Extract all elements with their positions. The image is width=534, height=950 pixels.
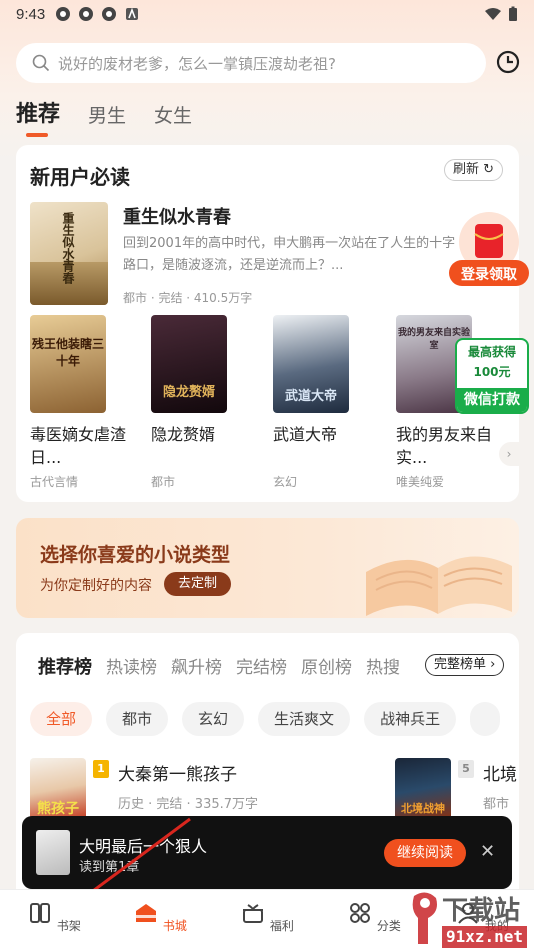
chip-war-god[interactable]: 战神兵王 [364, 702, 457, 736]
customize-button[interactable]: 去定制 [164, 572, 232, 596]
chevron-right-icon: › [490, 657, 496, 672]
bookshelf-icon [30, 903, 51, 923]
featured-book-title[interactable]: 重生似水青春 [123, 203, 231, 229]
wifi-icon [485, 8, 501, 20]
book-cover: 隐龙赘婿 [151, 315, 227, 413]
tab-recommend-rank[interactable]: 推荐榜 [38, 653, 92, 679]
book-cover: 熊孩子 [30, 758, 86, 820]
open-book-icon [366, 556, 512, 616]
history-clock-icon[interactable] [494, 48, 522, 76]
nav-welfare[interactable]: 福利 [237, 900, 297, 934]
notification-icon [102, 7, 117, 21]
wechat-reward-top: 最高获得 [467, 345, 516, 359]
nav-bookshelf[interactable]: 书架 [24, 900, 84, 934]
banner-subtitle: 为你定制好的内容 [40, 578, 152, 594]
search-placeholder: 说好的废材老爹，怎么一掌镇压渡劫老祖? [58, 54, 336, 73]
refresh-button[interactable]: 刷新 ↻ [443, 159, 503, 181]
book-card[interactable]: 残王他装瞎三十年 毒医嫡女虐渣日... 古代言情 [30, 315, 130, 490]
book-cover: 北境战神 [395, 758, 451, 820]
full-ranking-label: 完整榜单 [434, 657, 487, 672]
featured-book-meta: 都市 · 完结 · 410.5万字 [123, 291, 253, 305]
nav-category[interactable]: 分类 [344, 900, 404, 934]
bookstore-icon [136, 904, 157, 922]
nav-label: 分类 [376, 919, 401, 933]
chevron-right-icon[interactable]: › [499, 442, 519, 466]
cover-title: 残王他装瞎三十年 [31, 337, 104, 368]
notification-icon [79, 7, 94, 21]
book-title: 我的男友来自实... [396, 425, 493, 467]
tab-original[interactable]: 原创榜 [301, 653, 352, 679]
cover-title: 隐龙赘婿 [162, 385, 215, 400]
chip-all[interactable]: 全部 [30, 702, 93, 736]
login-reward-label: 登录领取 [461, 267, 517, 283]
book-title: 隐龙赘婿 [151, 425, 216, 444]
book-meta: 都市 [483, 797, 510, 812]
book-category: 唯美纯爱 [396, 475, 445, 489]
chip-life[interactable]: 生活爽文 [258, 702, 351, 736]
battery-icon [509, 6, 517, 21]
watermark-logo: 下载站 91xz.net [410, 888, 534, 950]
book-category: 玄幻 [273, 475, 298, 489]
book-meta: 历史 · 完结 · 335.7万字 [118, 797, 259, 812]
chip-urban[interactable]: 都市 [106, 702, 169, 736]
banner-title: 选择你喜爱的小说类型 [40, 544, 231, 566]
tab-male[interactable]: 男生 [88, 101, 126, 128]
section-title: 新用户必读 [30, 165, 130, 189]
chip-fantasy[interactable]: 玄幻 [182, 702, 245, 736]
nav-label: 书城 [162, 919, 187, 933]
book-cover: 残王他装瞎三十年 [30, 315, 106, 413]
full-ranking-button[interactable]: 完整榜单 › [425, 654, 505, 676]
search-input[interactable]: 说好的废材老爹，怎么一掌镇压渡劫老祖? [16, 43, 486, 83]
rank-badge: 5 [458, 760, 474, 778]
chip-more[interactable] [470, 702, 501, 736]
watermark-text: 下载站 [442, 896, 521, 926]
wechat-reward-float[interactable]: 最高获得 100元 微信打款 [455, 338, 529, 414]
close-icon[interactable]: ✕ [480, 841, 495, 862]
category-icon [350, 903, 371, 923]
book-title: 大秦第一熊孩子 [118, 765, 237, 785]
cover-title: 武道大帝 [284, 389, 337, 404]
app-notification-icon [126, 7, 139, 20]
rank-badge: 1 [93, 760, 109, 778]
wechat-reward-amount: 100元 [473, 365, 511, 379]
tab-hot-search[interactable]: 热搜 [366, 653, 400, 679]
login-reward-float[interactable]: 登录领取 [449, 212, 529, 290]
status-time: 9:43 [16, 5, 46, 23]
channel-tabs: 推荐 男生 女生 [16, 96, 192, 137]
book-category: 都市 [151, 475, 176, 489]
book-title: 毒医嫡女虐渣日... [30, 425, 127, 467]
nav-label: 福利 [269, 919, 294, 933]
tab-recommend[interactable]: 推荐 [16, 96, 60, 137]
book-category: 古代言情 [30, 475, 79, 489]
book-title: 北境 [483, 765, 517, 785]
tab-rising[interactable]: 飙升榜 [171, 653, 222, 679]
book-cover: 武道大帝 [273, 315, 349, 413]
refresh-icon: ↻ [483, 162, 494, 177]
cover-title: 北境战神 [401, 802, 445, 815]
continue-reading-button[interactable]: 继续阅读 [384, 839, 466, 867]
refresh-label: 刷新 [452, 162, 479, 177]
nav-bookstore[interactable]: 书城 [130, 900, 190, 934]
new-user-section: 新用户必读 刷新 ↻ 重生似水青春 重生似水青春 回到2001年的高中时代，申大… [16, 145, 519, 502]
status-bar: 9:43 [0, 0, 534, 28]
tab-finished[interactable]: 完结榜 [236, 653, 287, 679]
featured-book-description: 回到2001年的高中时代，申大鹏再一次站在了人生的十字路口，是随波逐流，还是逆流… [123, 236, 456, 273]
notification-icon [56, 7, 71, 21]
tab-female[interactable]: 女生 [154, 101, 192, 128]
book-title: 武道大帝 [273, 425, 338, 444]
ranking-tabs: 推荐榜 热读榜 飙升榜 完结榜 原创榜 热搜 [38, 653, 400, 679]
tab-hot-read[interactable]: 热读榜 [106, 653, 157, 679]
gift-icon [243, 904, 264, 923]
featured-book-cover[interactable]: 重生似水青春 [30, 202, 108, 305]
genre-chips: 全部 都市 玄幻 生活爽文 战神兵王 [30, 702, 501, 736]
watermark-url: 91xz.net [442, 926, 528, 948]
cover-title: 重生似水青春 [61, 212, 75, 284]
book-card[interactable]: 武道大帝 武道大帝 玄幻 [273, 315, 373, 490]
wechat-reward-label: 微信打款 [457, 388, 527, 412]
search-icon [32, 54, 50, 72]
nav-label: 书架 [56, 919, 81, 933]
book-card[interactable]: 隐龙赘婿 隐龙赘婿 都市 [151, 315, 251, 490]
customize-banner[interactable]: 选择你喜爱的小说类型 为你定制好的内容 去定制 [16, 518, 519, 618]
